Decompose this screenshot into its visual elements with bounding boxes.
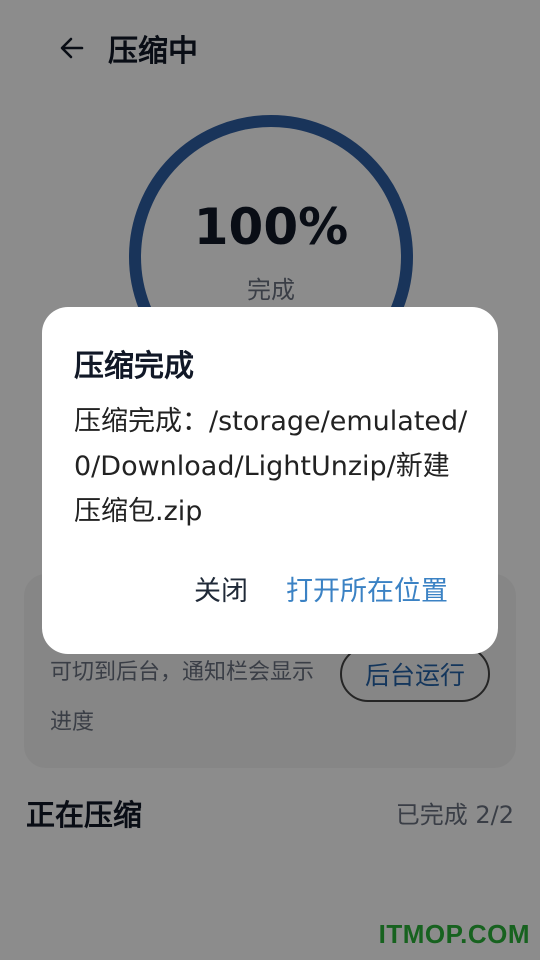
close-button[interactable]: 关闭 xyxy=(194,569,248,608)
completion-dialog: 压缩完成 压缩完成：/storage/emulated/0/Download/L… xyxy=(42,307,498,654)
open-location-button[interactable]: 打开所在位置 xyxy=(286,569,448,608)
dialog-actions: 关闭 打开所在位置 xyxy=(194,569,448,608)
dialog-message: 压缩完成：/storage/emulated/0/Download/LightU… xyxy=(74,406,468,527)
dialog-title: 压缩完成 xyxy=(74,349,194,384)
